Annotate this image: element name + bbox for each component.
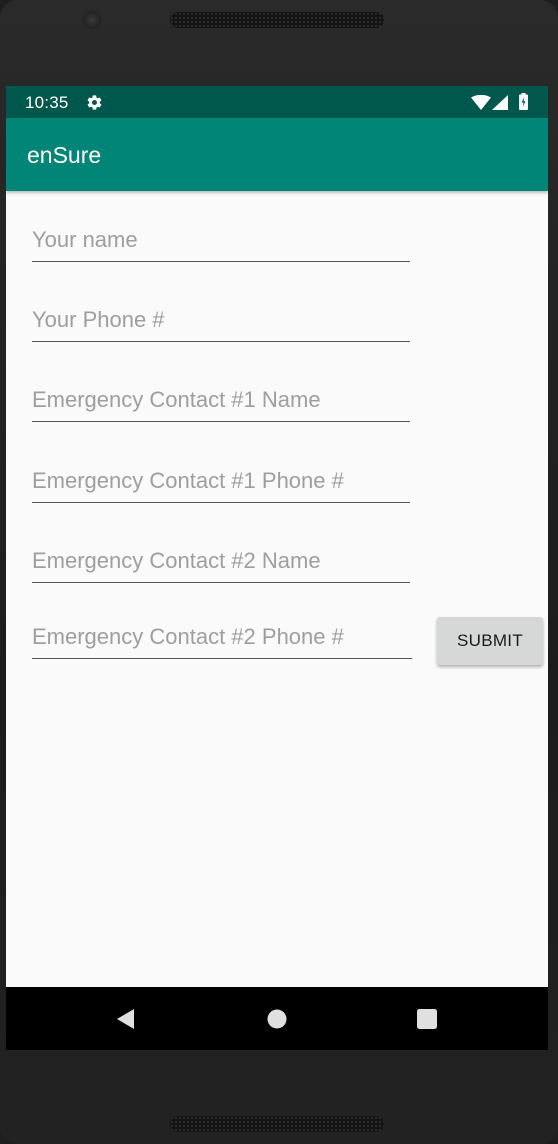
contact1-name-input[interactable] (32, 384, 410, 422)
wifi-icon (471, 95, 491, 110)
signal-icon (492, 95, 508, 110)
phone-frame: 10:35 enSure Your name Your Phone # Emer… (0, 0, 558, 1144)
status-bar: 10:35 (6, 86, 548, 118)
submit-button[interactable]: SUBMIT (437, 617, 543, 665)
front-camera (83, 11, 101, 29)
screen: 10:35 enSure Your name Your Phone # Emer… (6, 86, 548, 1050)
status-time: 10:35 (25, 93, 69, 112)
name-field (32, 222, 410, 262)
contact1-phone-field (32, 463, 410, 503)
app-title: enSure (27, 142, 102, 168)
gear-icon (87, 95, 102, 110)
contact1-name-field (32, 382, 410, 422)
contact2-phone-field (32, 619, 412, 659)
recents-icon[interactable] (415, 1007, 439, 1031)
name-input[interactable] (32, 224, 410, 262)
battery-icon (519, 93, 528, 110)
contact1-phone-input[interactable] (32, 465, 410, 503)
app-bar: enSure (6, 118, 548, 191)
home-icon[interactable] (265, 1007, 289, 1031)
phone-input[interactable] (32, 304, 410, 342)
back-icon[interactable] (114, 1007, 138, 1031)
navigation-bar (6, 987, 548, 1050)
contact2-name-field (32, 543, 410, 583)
phone-field (32, 302, 410, 342)
bottom-speaker-grille (170, 1116, 384, 1132)
top-speaker-grille (170, 12, 384, 28)
contact2-name-input[interactable] (32, 545, 410, 583)
contact2-phone-input[interactable] (32, 621, 412, 659)
